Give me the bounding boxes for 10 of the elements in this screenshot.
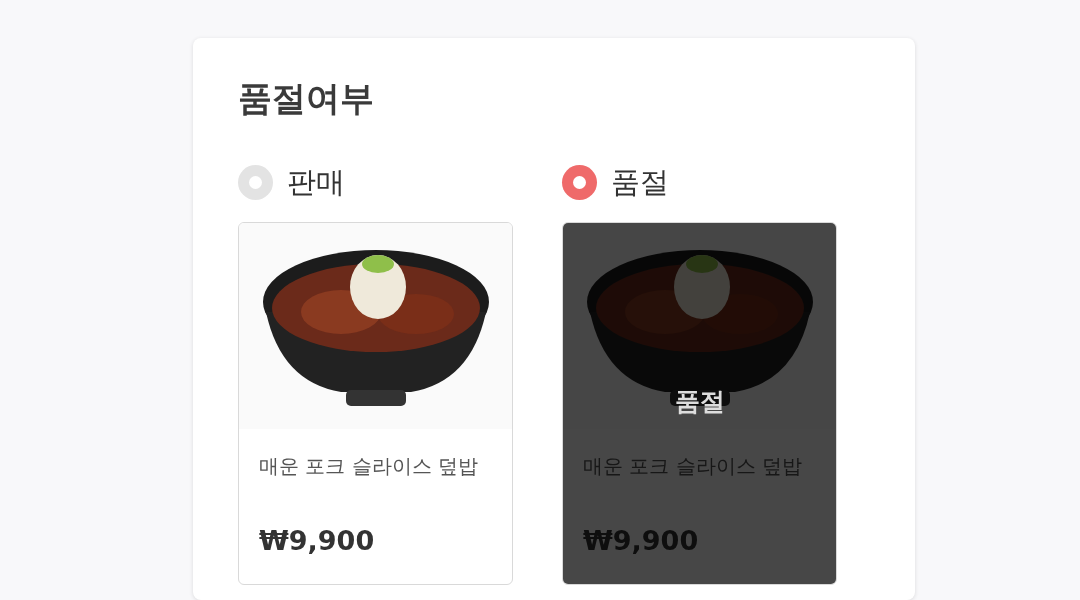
radio-icon (562, 165, 597, 201)
product-price: ₩9,900 (583, 524, 700, 559)
radio-icon (238, 165, 273, 201)
product-card[interactable]: 매운 포크 슬라이스 덮밥 ₩9,900 (238, 222, 513, 586)
section-title: 품절여부 (238, 78, 375, 119)
product-price: ₩9,900 (259, 524, 376, 559)
radio-option[interactable]: 품절 (562, 160, 669, 205)
radio-option[interactable]: 판매 (238, 160, 345, 205)
sold-out-label: 품절 (674, 386, 725, 418)
product-name: 매운 포크 슬라이스 덮밥 (259, 453, 480, 481)
